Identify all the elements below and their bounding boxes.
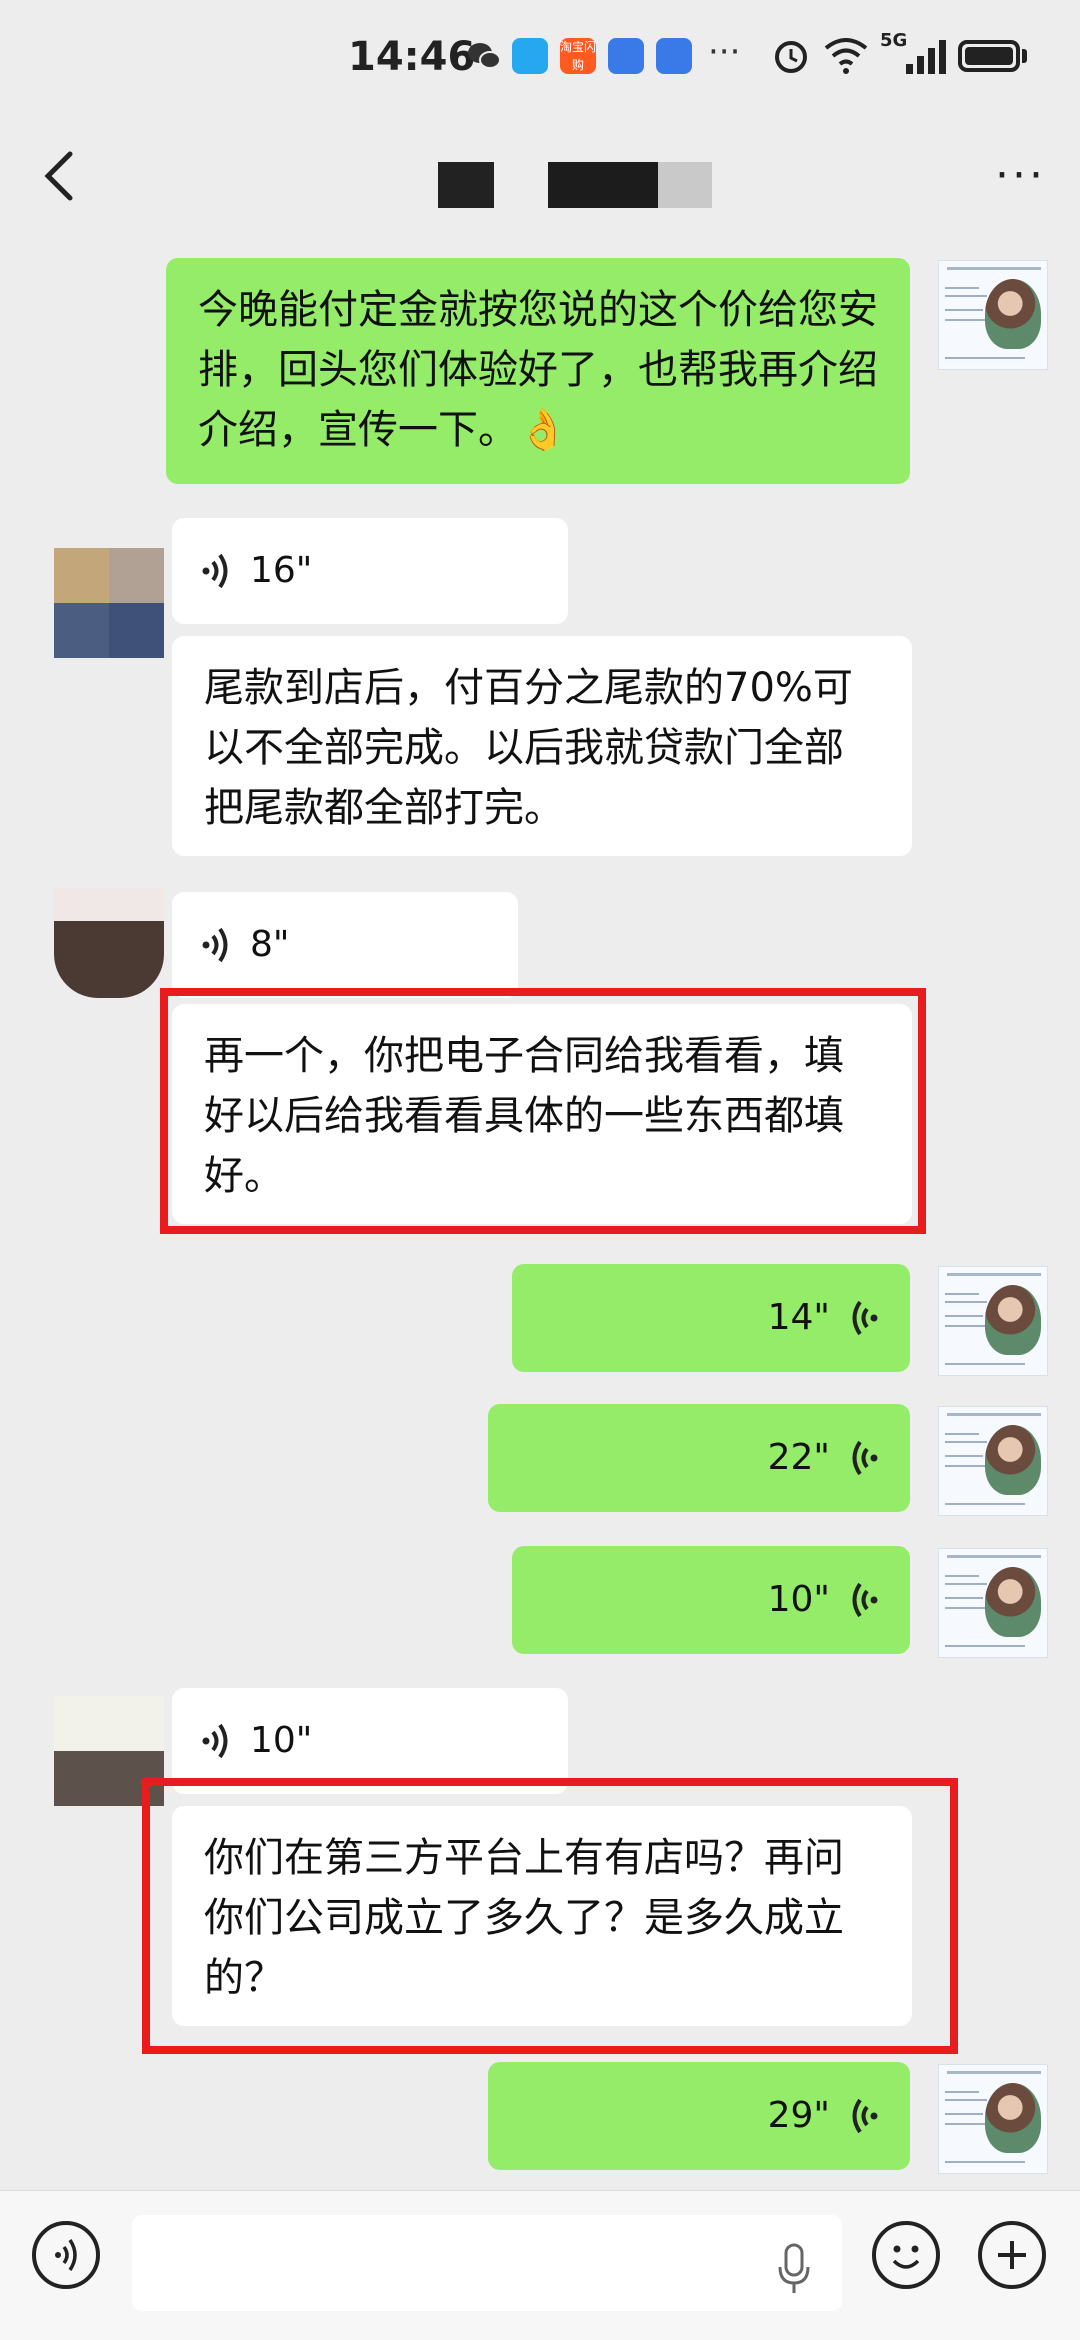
voice-wave-icon: [202, 1723, 228, 1759]
incoming-text-message[interactable]: 尾款到店后，付百分之尾款的70%可以不全部完成。以后我就贷款门全部把尾款都全部打…: [172, 636, 912, 856]
more-indicator: ···: [708, 32, 741, 72]
outgoing-voice-message[interactable]: 14": [512, 1264, 910, 1372]
incoming-voice-message[interactable]: 8": [172, 892, 518, 998]
my-avatar[interactable]: [938, 260, 1048, 370]
status-time: 14:46: [348, 34, 476, 80]
outgoing-voice-message[interactable]: 29": [488, 2062, 910, 2170]
book-icon: [512, 38, 548, 74]
voice-duration: 10": [767, 1579, 830, 1620]
alarm-icon: [775, 41, 807, 73]
chevron-left-icon[interactable]: [34, 146, 90, 206]
plus-icon[interactable]: [978, 2221, 1046, 2289]
input-bar: [0, 2190, 1080, 2340]
my-avatar[interactable]: [938, 1266, 1048, 1376]
signal-icon: [906, 40, 946, 74]
outgoing-voice-message[interactable]: 22": [488, 1404, 910, 1512]
voice-wave-icon: [852, 1440, 878, 1476]
my-avatar[interactable]: [938, 1406, 1048, 1516]
shield-icon: [608, 38, 644, 74]
status-bar: 14:46 淘宝闪购 ··· 5G: [0, 0, 1080, 120]
battery-icon: [958, 40, 1020, 72]
voice-duration: 16": [250, 550, 313, 591]
outgoing-text-message[interactable]: 今晚能付定金就按您说的这个价给您安排，回头您们体验好了，也帮我再介绍介绍，宣传一…: [166, 258, 910, 484]
contact-name-redacted: [438, 162, 494, 208]
voice-wave-icon: [852, 1582, 878, 1618]
battery-tip: [1022, 49, 1027, 63]
voice-wave-icon: [202, 927, 228, 963]
voice-duration: 22": [767, 1437, 830, 1478]
my-avatar[interactable]: [938, 1548, 1048, 1658]
voice-duration: 14": [767, 1297, 830, 1338]
voice-duration: 8": [250, 924, 290, 965]
voice-wave-icon: [202, 553, 228, 589]
voice-mode-icon[interactable]: [32, 2221, 100, 2289]
red-highlight-box: [160, 988, 926, 1234]
incoming-voice-message[interactable]: 16": [172, 518, 568, 624]
wechat-icon: [468, 43, 501, 69]
chat-header: ···: [0, 120, 1080, 238]
more-menu-button[interactable]: ···: [995, 150, 1046, 201]
voice-wave-icon: [852, 2098, 878, 2134]
shield-icon: [656, 38, 692, 74]
contact-name-redacted: [548, 162, 658, 208]
my-avatar[interactable]: [938, 2064, 1048, 2174]
wifi-icon: [824, 38, 868, 74]
message-input[interactable]: [132, 2215, 842, 2311]
voice-wave-icon: [852, 1300, 878, 1336]
contact-avatar[interactable]: [54, 888, 164, 998]
message-text: 尾款到店后，付百分之尾款的70%可以不全部完成。以后我就贷款门全部把尾款都全部打…: [204, 665, 853, 831]
microphone-icon[interactable]: [776, 2243, 812, 2295]
voice-duration: 10": [250, 1720, 313, 1761]
voice-duration: 29": [767, 2095, 830, 2136]
outgoing-voice-message[interactable]: 10": [512, 1546, 910, 1654]
message-text: 今晚能付定金就按您说的这个价给您安排，回头您们体验好了，也帮我再介绍介绍，宣传一…: [198, 287, 878, 453]
contact-avatar[interactable]: [54, 548, 164, 658]
red-highlight-box: [142, 1778, 958, 2054]
contact-name-redacted: [658, 162, 712, 208]
taobao-icon: 淘宝闪购: [560, 38, 597, 74]
emoji-icon[interactable]: [872, 2221, 940, 2289]
